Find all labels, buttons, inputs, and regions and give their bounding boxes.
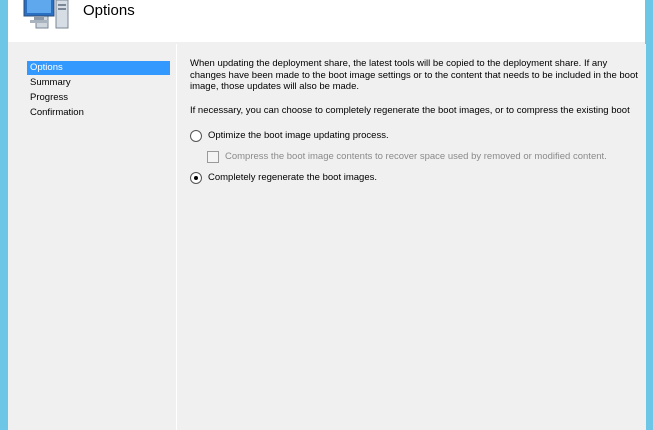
- nav-item-progress[interactable]: Progress: [27, 91, 170, 105]
- compress-checkbox[interactable]: [207, 151, 219, 163]
- compress-label: Compress the boot image contents to reco…: [225, 151, 607, 162]
- regenerate-radio[interactable]: [190, 172, 202, 184]
- nav-item-options[interactable]: Options: [27, 61, 170, 75]
- nav-item-confirmation[interactable]: Confirmation: [27, 106, 170, 120]
- wizard-header: Options: [8, 0, 645, 42]
- optimize-radio[interactable]: [190, 130, 202, 142]
- intro-text: When updating the deployment share, the …: [190, 58, 638, 92]
- optimize-option[interactable]: Optimize the boot image updating process…: [190, 129, 389, 143]
- wizard-nav: Options Summary Progress Confirmation: [8, 44, 173, 430]
- page-title: Options: [83, 2, 135, 19]
- regenerate-note: If necessary, you can choose to complete…: [190, 105, 630, 116]
- options-panel: When updating the deployment share, the …: [176, 44, 646, 430]
- optimize-label: Optimize the boot image updating process…: [208, 130, 389, 141]
- regenerate-option[interactable]: Completely regenerate the boot images.: [190, 171, 377, 185]
- nav-item-summary[interactable]: Summary: [27, 76, 170, 90]
- compress-option[interactable]: Compress the boot image contents to reco…: [207, 150, 607, 164]
- wizard-window: Options Options Summary Progress Confirm…: [8, 0, 646, 430]
- regenerate-label: Completely regenerate the boot images.: [208, 172, 377, 183]
- computer-wizard-icon: [23, 0, 69, 29]
